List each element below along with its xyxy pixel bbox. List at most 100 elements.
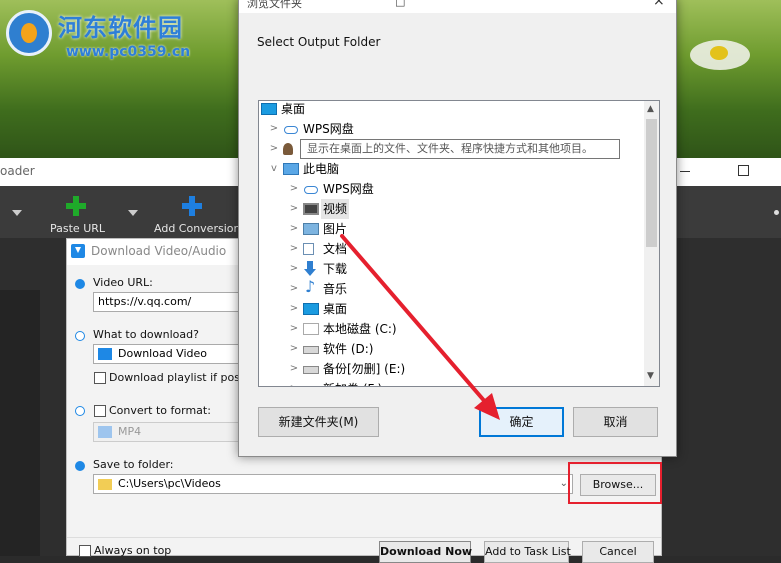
video-url-radio[interactable] [75, 279, 85, 289]
chevron-right-icon[interactable]: > [289, 179, 299, 199]
download-dialog-title: Download Video/Audio [91, 244, 227, 258]
convert-checkbox[interactable] [94, 405, 106, 417]
close-icon[interactable]: × [653, 0, 665, 9]
chevron-right-icon[interactable]: > [269, 139, 279, 159]
dropdown-caret-icon[interactable] [128, 210, 138, 216]
tree-item-label: WPS网盘 [303, 122, 354, 136]
tree-item-label: 备份[勿删] (E:) [323, 362, 406, 376]
tree-item[interactable]: > 桌面 [259, 299, 644, 319]
chevron-right-icon[interactable]: > [289, 339, 299, 359]
tree-item-label: 此电脑 [303, 162, 340, 176]
cancel-button[interactable]: Cancel [582, 541, 654, 563]
cloud-icon [283, 123, 299, 135]
what-to-download-radio[interactable] [75, 331, 85, 341]
tree-item[interactable]: > WPS网盘 [259, 119, 644, 139]
tree-item[interactable]: 桌面 [259, 101, 644, 119]
browse-dialog-titlebar: 浏览文件夹 □ × [239, 0, 676, 13]
tree-item-label: 桌面 [323, 302, 348, 316]
tree-item[interactable]: > 软件 (D:) [259, 339, 644, 359]
save-to-label: Save to folder: [93, 458, 174, 471]
watermark-url: www.pc0359.cn [66, 44, 191, 60]
annotation-highlight-box [568, 462, 662, 504]
maximize-icon[interactable] [738, 165, 749, 176]
save-to-folder-select[interactable]: C:\Users\pc\Videos ⌄ [93, 474, 573, 494]
app-title: oader [0, 164, 35, 178]
help-icon[interactable]: □ [395, 0, 405, 8]
chevron-down-icon[interactable]: ⌄ [560, 475, 568, 493]
drive-icon [303, 386, 319, 387]
tree-item[interactable]: > 图片 [259, 219, 644, 239]
user-icon [283, 143, 293, 155]
download-playlist-checkbox[interactable] [94, 372, 106, 384]
app-left-panel [0, 238, 66, 556]
tree-item-label: 视频 [321, 199, 350, 219]
browse-folder-dialog: 浏览文件夹 □ × Select Output Folder 桌面 > WPS网盘 >… [238, 0, 677, 457]
add-conversion-label[interactable]: Add Conversion [154, 222, 240, 235]
tree-item[interactable]: > 音乐 [259, 277, 644, 299]
daisy-center [710, 46, 728, 60]
video-folder-icon [303, 203, 319, 215]
tooltip: 显示在桌面上的文件、文件夹、程序快捷方式和其他项目。 [300, 139, 620, 159]
more-dot-icon[interactable] [774, 210, 779, 215]
desktop-icon [303, 303, 319, 315]
tree-item[interactable]: > 新加卷 (F:) [259, 379, 644, 387]
cloud-icon [303, 183, 319, 195]
chevron-right-icon[interactable]: > [289, 279, 299, 299]
chevron-right-icon[interactable]: > [289, 259, 299, 279]
chevron-right-icon[interactable]: > [289, 379, 299, 386]
download-folder-icon [303, 261, 319, 276]
ok-button[interactable]: 确定 [479, 407, 564, 437]
app-right-panel [662, 238, 781, 556]
watermark-logo-icon [6, 10, 52, 56]
music-folder-icon [303, 277, 319, 297]
minimize-icon[interactable] [680, 171, 690, 172]
drive-icon [303, 346, 319, 354]
tree-item-label: 软件 (D:) [323, 342, 374, 356]
video-film-icon [98, 348, 112, 360]
chevron-right-icon[interactable]: > [289, 219, 299, 239]
dropdown-caret-icon[interactable] [12, 210, 22, 216]
desktop-icon [261, 103, 277, 115]
tree-item[interactable]: v 此电脑 [259, 159, 644, 179]
tree-item[interactable]: > WPS网盘 [259, 179, 644, 199]
convert-radio[interactable] [75, 406, 85, 416]
tree-item-label: 桌面 [281, 102, 306, 116]
documents-folder-icon [303, 243, 314, 255]
video-film-icon [98, 426, 112, 438]
scroll-up-icon[interactable]: ▲ [647, 104, 654, 114]
folder-icon [98, 478, 112, 490]
tree-item[interactable]: > 文档 [259, 239, 644, 259]
tree-item-label: WPS网盘 [323, 182, 374, 196]
chevron-down-icon[interactable]: v [269, 159, 279, 179]
tree-item-label: 下载 [323, 262, 348, 276]
chevron-right-icon[interactable]: > [289, 359, 299, 379]
chevron-right-icon[interactable]: > [269, 119, 279, 139]
cancel-button[interactable]: 取消 [573, 407, 658, 437]
tree-item-label: 本地磁盘 (C:) [323, 322, 397, 336]
what-to-download-value: Download Video [118, 347, 207, 360]
save-to-radio[interactable] [75, 461, 85, 471]
tree-item[interactable]: > 备份[勿删] (E:) [259, 359, 644, 379]
paste-url-button[interactable] [64, 194, 88, 218]
always-on-top-checkbox[interactable] [79, 545, 91, 557]
scroll-down-icon[interactable]: ▼ [647, 371, 654, 381]
new-folder-button[interactable]: 新建文件夹(M) [258, 407, 379, 437]
tree-item[interactable]: > 本地磁盘 (C:) [259, 319, 644, 339]
scroll-thumb[interactable] [646, 119, 657, 247]
chevron-right-icon[interactable]: > [289, 319, 299, 339]
download-now-button[interactable]: Download Now [379, 541, 472, 563]
tree-item[interactable]: > 下载 [259, 259, 644, 279]
always-on-top-label: Always on top [94, 544, 172, 557]
paste-url-label[interactable]: Paste URL [50, 222, 105, 235]
tree-item-label: 文档 [323, 242, 348, 256]
chevron-right-icon[interactable]: > [289, 199, 299, 219]
chevron-right-icon[interactable]: > [289, 239, 299, 259]
tree-scrollbar[interactable]: ▲ ▼ [644, 101, 659, 386]
add-to-task-list-button[interactable]: Add to Task List [484, 541, 571, 563]
browse-dialog-title: 浏览文件夹 [247, 0, 302, 10]
browse-dialog-prompt: Select Output Folder [257, 35, 381, 49]
convert-label: Convert to format: [109, 404, 211, 417]
add-conversion-button[interactable] [180, 194, 204, 218]
tree-item[interactable]: > 视频 [259, 199, 644, 219]
chevron-right-icon[interactable]: > [289, 299, 299, 319]
